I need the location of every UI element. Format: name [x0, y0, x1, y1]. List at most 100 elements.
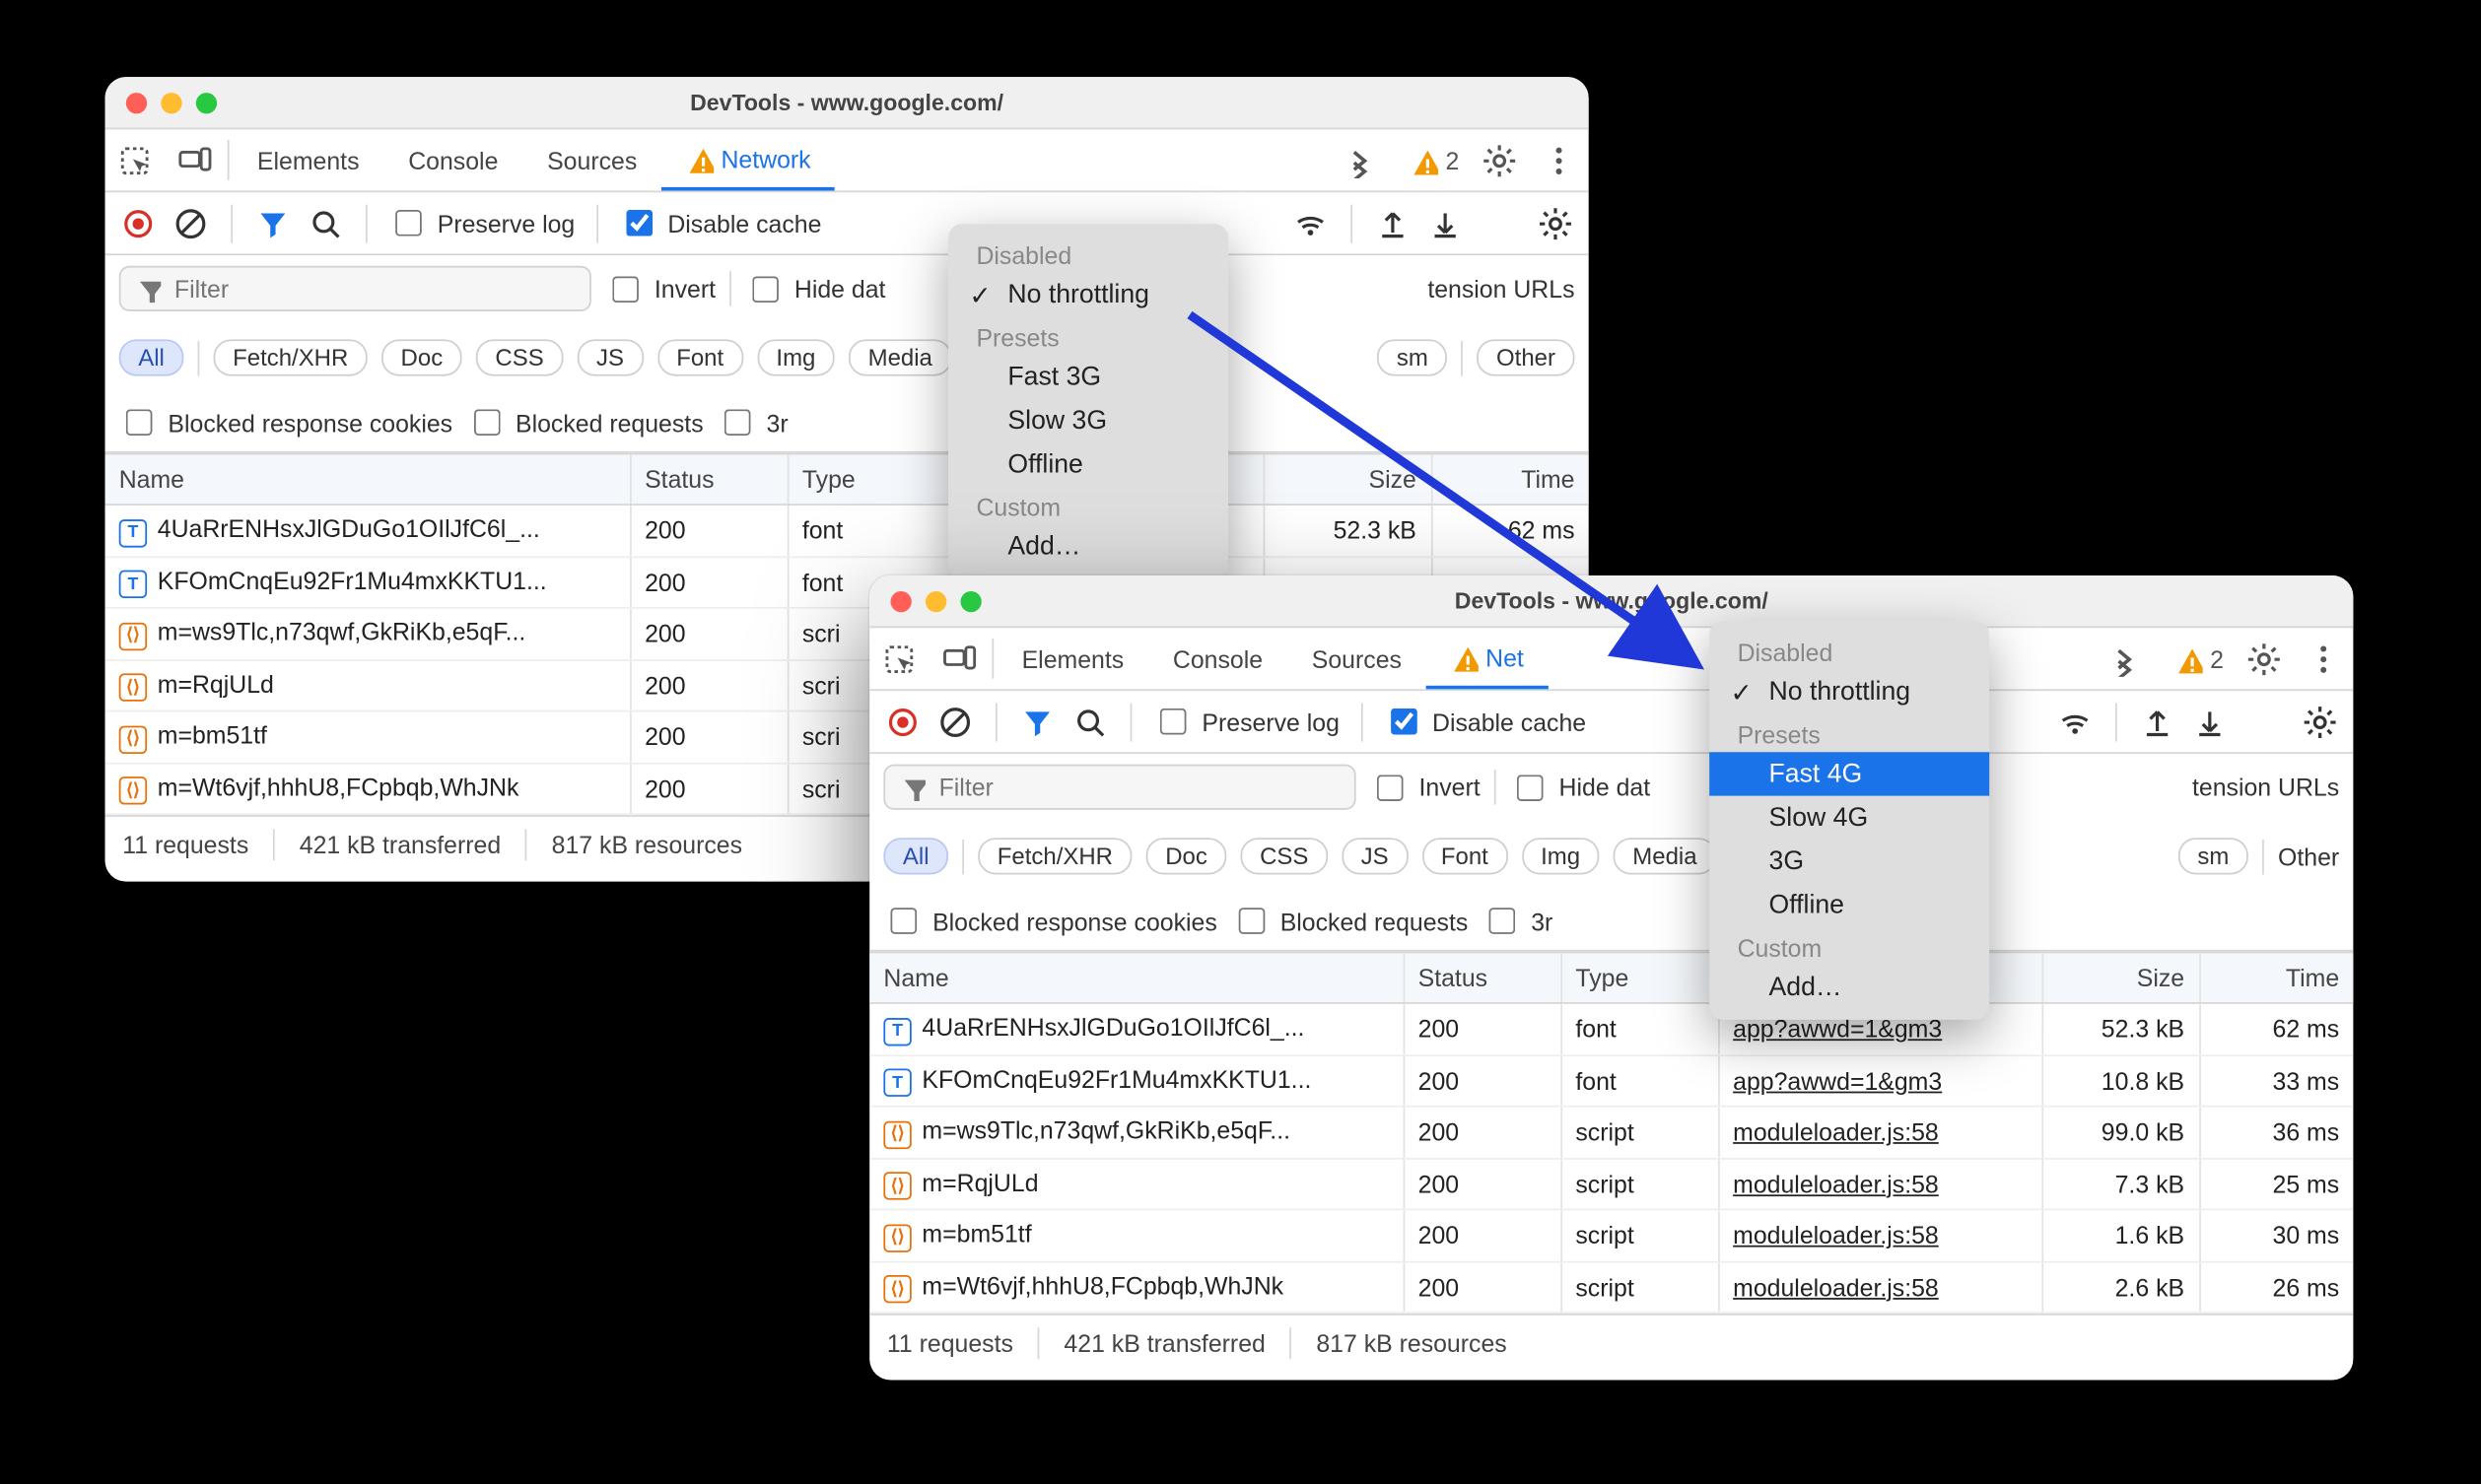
download-har-icon[interactable] — [1425, 204, 1464, 242]
type-pill-fetchxhr[interactable]: Fetch/XHR — [214, 339, 368, 375]
tab-elements[interactable]: Elements — [233, 129, 383, 190]
tab-console[interactable]: Console — [1148, 628, 1287, 689]
device-toolbar-icon[interactable] — [930, 628, 989, 689]
type-pill-all[interactable]: All — [119, 339, 184, 375]
type-pill-js[interactable]: JS — [577, 339, 643, 375]
type-pill-css[interactable]: CSS — [1241, 838, 1328, 874]
hide-data-urls-checkbox[interactable]: Hide dat — [745, 270, 885, 306]
col-time[interactable]: Time — [1431, 454, 1589, 505]
col-name[interactable]: Name — [105, 454, 631, 505]
filter-input-wrap[interactable] — [119, 266, 591, 311]
filter-input[interactable] — [935, 772, 1341, 803]
upload-har-icon[interactable] — [1373, 204, 1412, 242]
col-status[interactable]: Status — [630, 454, 788, 505]
third-party-checkbox[interactable]: 3r — [718, 404, 789, 440]
device-toolbar-icon[interactable] — [165, 129, 224, 190]
type-pill-doc[interactable]: Doc — [1146, 838, 1227, 874]
tab-network[interactable]: Network — [661, 129, 835, 190]
filter-toggle-icon[interactable] — [1018, 703, 1057, 741]
warnings-badge[interactable]: 2 — [2165, 644, 2235, 672]
menu-item-fast-4g[interactable]: Fast 4G — [1709, 752, 1989, 795]
tab-network[interactable]: Net — [1426, 628, 1549, 689]
menu-item-fast-3g[interactable]: Fast 3G — [948, 355, 1228, 398]
network-conditions-icon[interactable] — [2055, 703, 2094, 741]
type-pill-css[interactable]: CSS — [476, 339, 563, 375]
col-size[interactable]: Size — [1264, 454, 1431, 505]
minimize-window-icon[interactable] — [926, 591, 946, 612]
type-pill-media[interactable]: Media — [849, 339, 951, 375]
type-pill-wasm-cut[interactable]: sm — [1377, 339, 1447, 375]
table-row[interactable]: ⟨⟩m=RqjULd200scriptmoduleloader.js:587.3… — [869, 1158, 2353, 1209]
menu-item-add[interactable]: Add… — [948, 525, 1228, 569]
table-row[interactable]: ⟨⟩m=bm51tf200scriptmoduleloader.js:581.6… — [869, 1209, 2353, 1260]
zoom-window-icon[interactable] — [196, 93, 217, 113]
request-initiator[interactable]: moduleloader.js:58 — [1733, 1170, 1939, 1197]
download-har-icon[interactable] — [2190, 703, 2229, 741]
preserve-log-checkbox[interactable]: Preserve log — [388, 205, 575, 241]
request-initiator[interactable]: moduleloader.js:58 — [1733, 1118, 1939, 1146]
clear-icon[interactable] — [172, 204, 210, 242]
col-time[interactable]: Time — [2199, 952, 2353, 1002]
table-row[interactable]: T4UaRrENHsxJlGDuGo1OIlJfC6l_...200font52… — [105, 505, 1589, 556]
type-pill-doc[interactable]: Doc — [381, 339, 462, 375]
search-icon[interactable] — [1070, 703, 1109, 741]
blocked-requests-checkbox[interactable]: Blocked requests — [466, 404, 703, 440]
tab-console[interactable]: Console — [383, 129, 522, 190]
network-settings-icon[interactable] — [2301, 703, 2339, 741]
tab-sources[interactable]: Sources — [1287, 628, 1426, 689]
table-row[interactable]: TKFOmCnqEu92Fr1Mu4mxKKTU1...200fontapp?a… — [869, 1054, 2353, 1106]
warnings-badge[interactable]: 2 — [1400, 146, 1470, 173]
minimize-window-icon[interactable] — [161, 93, 181, 113]
menu-item-offline[interactable]: Offline — [1709, 883, 1989, 926]
blocked-cookies-checkbox[interactable]: Blocked response cookies — [883, 903, 1216, 939]
settings-icon[interactable] — [1470, 143, 1529, 178]
search-icon[interactable] — [307, 204, 345, 242]
col-type[interactable]: Type — [1560, 952, 1718, 1002]
third-party-checkbox[interactable]: 3r — [1482, 903, 1553, 939]
type-pill-wasm-cut[interactable]: sm — [2178, 838, 2248, 874]
more-tabs-icon[interactable] — [2097, 641, 2156, 677]
menu-item-slow-4g[interactable]: Slow 4G — [1709, 796, 1989, 840]
more-tabs-icon[interactable] — [1332, 143, 1391, 178]
table-row[interactable]: ⟨⟩m=ws9Tlc,n73qwf,GkRiKb,e5qF...200scrip… — [869, 1107, 2353, 1158]
inspect-element-icon[interactable] — [869, 628, 929, 689]
clear-icon[interactable] — [936, 703, 975, 741]
kebab-menu-icon[interactable] — [1529, 143, 1588, 178]
type-pill-font[interactable]: Font — [1421, 838, 1507, 874]
invert-checkbox[interactable]: Invert — [605, 270, 716, 306]
throttling-menu-before[interactable]: Disabled No throttling Presets Fast 3G S… — [948, 224, 1228, 578]
disable-cache-checkbox[interactable]: Disable cache — [619, 205, 822, 241]
network-conditions-icon[interactable] — [1291, 204, 1330, 242]
upload-har-icon[interactable] — [2138, 703, 2176, 741]
zoom-window-icon[interactable] — [960, 591, 981, 612]
menu-item-add[interactable]: Add… — [1709, 966, 1989, 1009]
type-pill-js[interactable]: JS — [1342, 838, 1408, 874]
type-pill-other[interactable]: Other — [2278, 843, 2339, 870]
kebab-menu-icon[interactable] — [2294, 641, 2353, 677]
table-row[interactable]: ⟨⟩m=Wt6vjf,hhhU8,FCpbqb,WhJNk200scriptmo… — [869, 1261, 2353, 1313]
throttling-menu-after[interactable]: Disabled No throttling Presets Fast 4G S… — [1709, 621, 1989, 1020]
menu-item-no-throttling[interactable]: No throttling — [948, 273, 1228, 316]
settings-icon[interactable] — [2235, 641, 2294, 677]
menu-item-offline[interactable]: Offline — [948, 442, 1228, 486]
tab-sources[interactable]: Sources — [522, 129, 661, 190]
menu-item-no-throttling[interactable]: No throttling — [1709, 670, 1989, 713]
tab-elements[interactable]: Elements — [998, 628, 1148, 689]
type-pill-font[interactable]: Font — [657, 339, 743, 375]
disable-cache-checkbox[interactable]: Disable cache — [1383, 704, 1586, 740]
table-row[interactable]: T4UaRrENHsxJlGDuGo1OIlJfC6l_...200fontap… — [869, 1003, 2353, 1054]
col-size[interactable]: Size — [2041, 952, 2199, 1002]
close-window-icon[interactable] — [890, 591, 911, 612]
menu-item-slow-3g[interactable]: Slow 3G — [948, 399, 1228, 442]
type-pill-fetchxhr[interactable]: Fetch/XHR — [978, 838, 1132, 874]
request-initiator[interactable]: moduleloader.js:58 — [1733, 1273, 1939, 1301]
inspect-element-icon[interactable] — [105, 129, 165, 190]
col-name[interactable]: Name — [869, 952, 1403, 1002]
record-icon[interactable] — [119, 204, 158, 242]
network-settings-icon[interactable] — [1536, 204, 1574, 242]
blocked-cookies-checkbox[interactable]: Blocked response cookies — [119, 404, 452, 440]
blocked-requests-checkbox[interactable]: Blocked requests — [1231, 903, 1468, 939]
type-pill-media[interactable]: Media — [1614, 838, 1716, 874]
menu-item-3g[interactable]: 3G — [1709, 840, 1989, 883]
filter-input[interactable] — [171, 273, 576, 304]
